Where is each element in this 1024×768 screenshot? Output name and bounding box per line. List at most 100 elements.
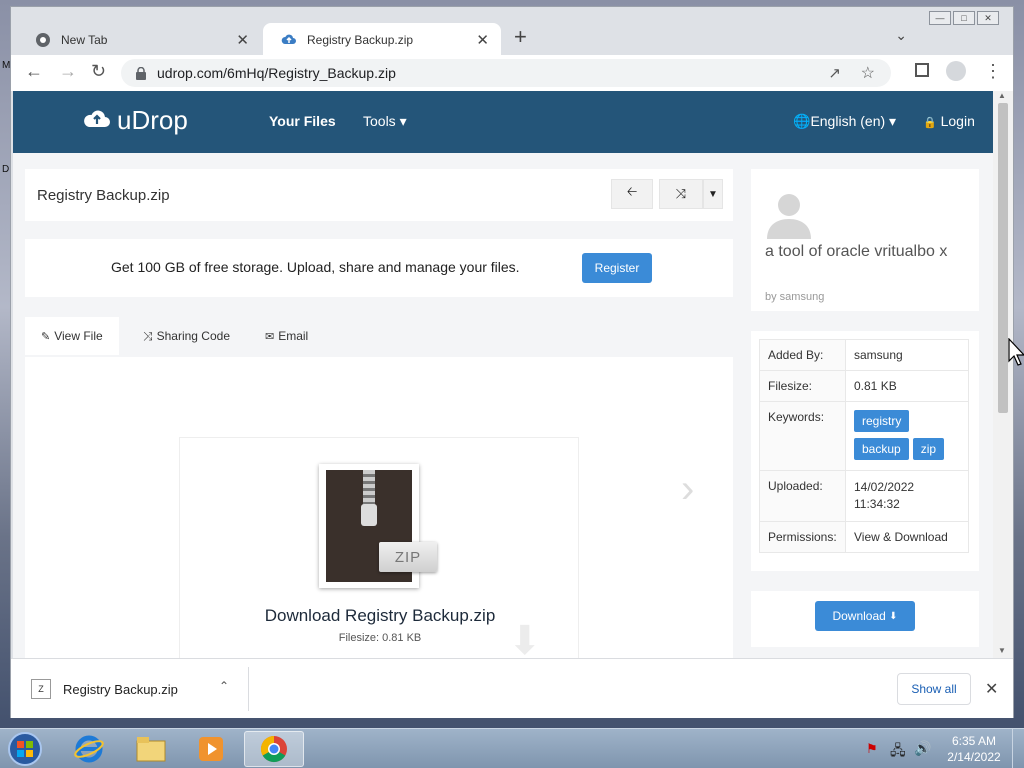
info-value: 0.81 KB [845, 370, 969, 402]
tab-new-tab[interactable]: New Tab ✕ [23, 23, 261, 57]
tab-email[interactable]: ✉ Email [265, 317, 308, 355]
udrop-cloud-icon [281, 32, 297, 48]
lock-icon [135, 66, 147, 80]
table-row: Filesize: 0.81 KB [759, 370, 969, 402]
nav-login[interactable]: 🔒 Login [923, 113, 975, 129]
caret-down-icon: ▼ [708, 188, 718, 200]
close-tab-icon[interactable]: ✕ [476, 31, 489, 49]
keyword-tag[interactable]: registry [854, 410, 910, 432]
avatar [763, 187, 815, 239]
mouse-cursor-icon [1008, 337, 1024, 369]
download-card: Download ⬇ [751, 591, 979, 647]
address-bar[interactable]: udrop.com/6mHq/Registry_Backup.zip ↗ ☆ [121, 59, 891, 87]
nav-tools-label: Tools [363, 113, 396, 129]
info-label: Keywords: [759, 401, 846, 471]
browser-toolbar: ← → ↻ udrop.com/6mHq/Registry_Backup.zip… [11, 55, 1013, 91]
file-info-card: Added By: samsung Filesize: 0.81 KB Keywor… [751, 331, 979, 571]
arrow-left-icon: 🡠 [626, 184, 638, 199]
share-icon: ⤨ [675, 186, 687, 201]
internet-explorer-icon[interactable] [62, 731, 116, 767]
file-explorer-icon[interactable] [124, 731, 178, 767]
info-label: Added By: [759, 339, 846, 371]
keyword-tag[interactable]: zip [912, 438, 945, 460]
uploader-by: by samsung [765, 291, 825, 303]
register-button[interactable]: Register [582, 253, 652, 283]
bookmark-star-icon[interactable]: ☆ [861, 63, 875, 83]
file-tabs-bar: ✎ View File ⤨ Sharing Code ✉ Email [25, 317, 733, 357]
site-logo[interactable]: uDrop [83, 105, 188, 136]
table-row: Uploaded: 14/02/2022 11:34:32 [759, 470, 969, 522]
minimize-button[interactable]: — [929, 11, 951, 25]
menu-kebab-icon[interactable]: ⋮ [984, 61, 1002, 82]
share-icon: ⤨ [143, 328, 153, 343]
file-info-table: Added By: samsung Filesize: 0.81 KB Keywor… [759, 339, 969, 553]
scrollbar-thumb[interactable] [998, 103, 1008, 413]
download-label: Download [832, 609, 886, 623]
clock-time[interactable]: 6:35 AM [946, 734, 1002, 748]
reload-icon[interactable]: ↻ [91, 61, 106, 82]
nav-language[interactable]: 🌐English (en) ▾ [793, 113, 896, 130]
close-window-button[interactable]: ✕ [977, 11, 999, 25]
download-panel: ZIP Download Registry Backup.zip Filesiz… [179, 437, 579, 658]
window-controls: — □ ✕ [929, 11, 999, 25]
tab-label: View File [54, 329, 103, 343]
download-filename[interactable]: Registry Backup.zip [63, 682, 178, 697]
back-arrow-icon[interactable]: ← [25, 61, 43, 82]
scroll-down-icon[interactable]: ▼ [998, 646, 1006, 655]
chrome-taskbar-icon[interactable] [244, 731, 304, 767]
zip-file-icon[interactable]: ZIP [319, 464, 437, 588]
share-page-icon[interactable]: ↗ [828, 64, 841, 82]
keyword-tag[interactable]: backup [854, 438, 909, 460]
tab-label: Email [278, 329, 309, 343]
forward-arrow-icon[interactable]: → [59, 61, 77, 82]
download-button[interactable]: Download ⬇ [815, 601, 915, 631]
maximize-button[interactable]: □ [953, 11, 975, 25]
browser-window: — □ ✕ New Tab ✕ Registry Backup.zip ✕ + … [10, 6, 1014, 718]
info-label: Uploaded: [759, 470, 846, 522]
file-title-card: Registry Backup.zip 🡠 ⤨ ▼ [25, 169, 733, 221]
volume-icon[interactable]: 🔊 [914, 740, 931, 757]
envelope-icon: ✉ [265, 330, 275, 343]
share-button[interactable]: ⤨ [659, 179, 703, 209]
desktop-edge-text-d: D [2, 164, 10, 175]
file-title: Registry Backup.zip [37, 187, 170, 204]
tab-sharing-code[interactable]: ⤨ Sharing Code [143, 317, 230, 355]
tab-title: New Tab [61, 33, 108, 47]
cloud-upload-icon [83, 105, 111, 136]
close-tab-icon[interactable]: ✕ [236, 31, 249, 49]
url-text: udrop.com/6mHq/Registry_Backup.zip [157, 65, 396, 81]
close-download-bar-icon[interactable]: ✕ [985, 679, 998, 699]
scroll-up-icon[interactable]: ▲ [998, 91, 1006, 100]
promo-text: Get 100 GB of free storage. Upload, shar… [111, 259, 520, 275]
new-tab-button[interactable]: + [514, 24, 527, 50]
profile-avatar-icon[interactable] [946, 61, 966, 81]
page-scrollbar[interactable]: ▲ ▼ [993, 91, 1013, 658]
action-center-flag-icon[interactable]: ⚑ [866, 741, 878, 757]
download-arrow-icon: ⬇ [889, 610, 898, 622]
info-value: samsung [845, 339, 969, 371]
nav-tools[interactable]: Tools ▾ [363, 113, 407, 130]
keywords-cell: registry backup zip [845, 401, 969, 471]
share-dropdown-button[interactable]: ▼ [703, 179, 723, 209]
tab-search-chevron-icon[interactable]: ⌄ [895, 27, 907, 44]
tab-registry-backup[interactable]: Registry Backup.zip ✕ [263, 23, 501, 57]
chevron-up-icon[interactable]: ⌃ [219, 679, 229, 693]
show-all-button[interactable]: Show all [897, 673, 971, 705]
side-panel-icon[interactable] [915, 63, 929, 77]
clock-date[interactable]: 2/14/2022 [946, 750, 1002, 764]
chevron-right-icon[interactable]: › [681, 467, 694, 512]
nav-your-files[interactable]: Your Files [269, 113, 336, 129]
file-description: a tool of oracle vritualbo x [765, 243, 948, 260]
start-button[interactable] [0, 731, 50, 767]
nav-login-label: Login [940, 113, 975, 129]
network-icon[interactable]: 🖧 [890, 740, 906, 764]
promo-card: Get 100 GB of free storage. Upload, shar… [25, 239, 733, 297]
tab-title: Registry Backup.zip [307, 33, 414, 47]
view-file-icon: ✎ [41, 330, 51, 343]
media-player-icon[interactable] [184, 731, 238, 767]
back-button[interactable]: 🡠 [611, 179, 653, 209]
web-page: uDrop Your Files Tools ▾ 🌐English (en) ▾… [13, 91, 993, 658]
show-desktop-button[interactable] [1012, 729, 1024, 768]
tab-view-file[interactable]: ✎ View File [25, 317, 119, 355]
chrome-icon [35, 32, 51, 48]
